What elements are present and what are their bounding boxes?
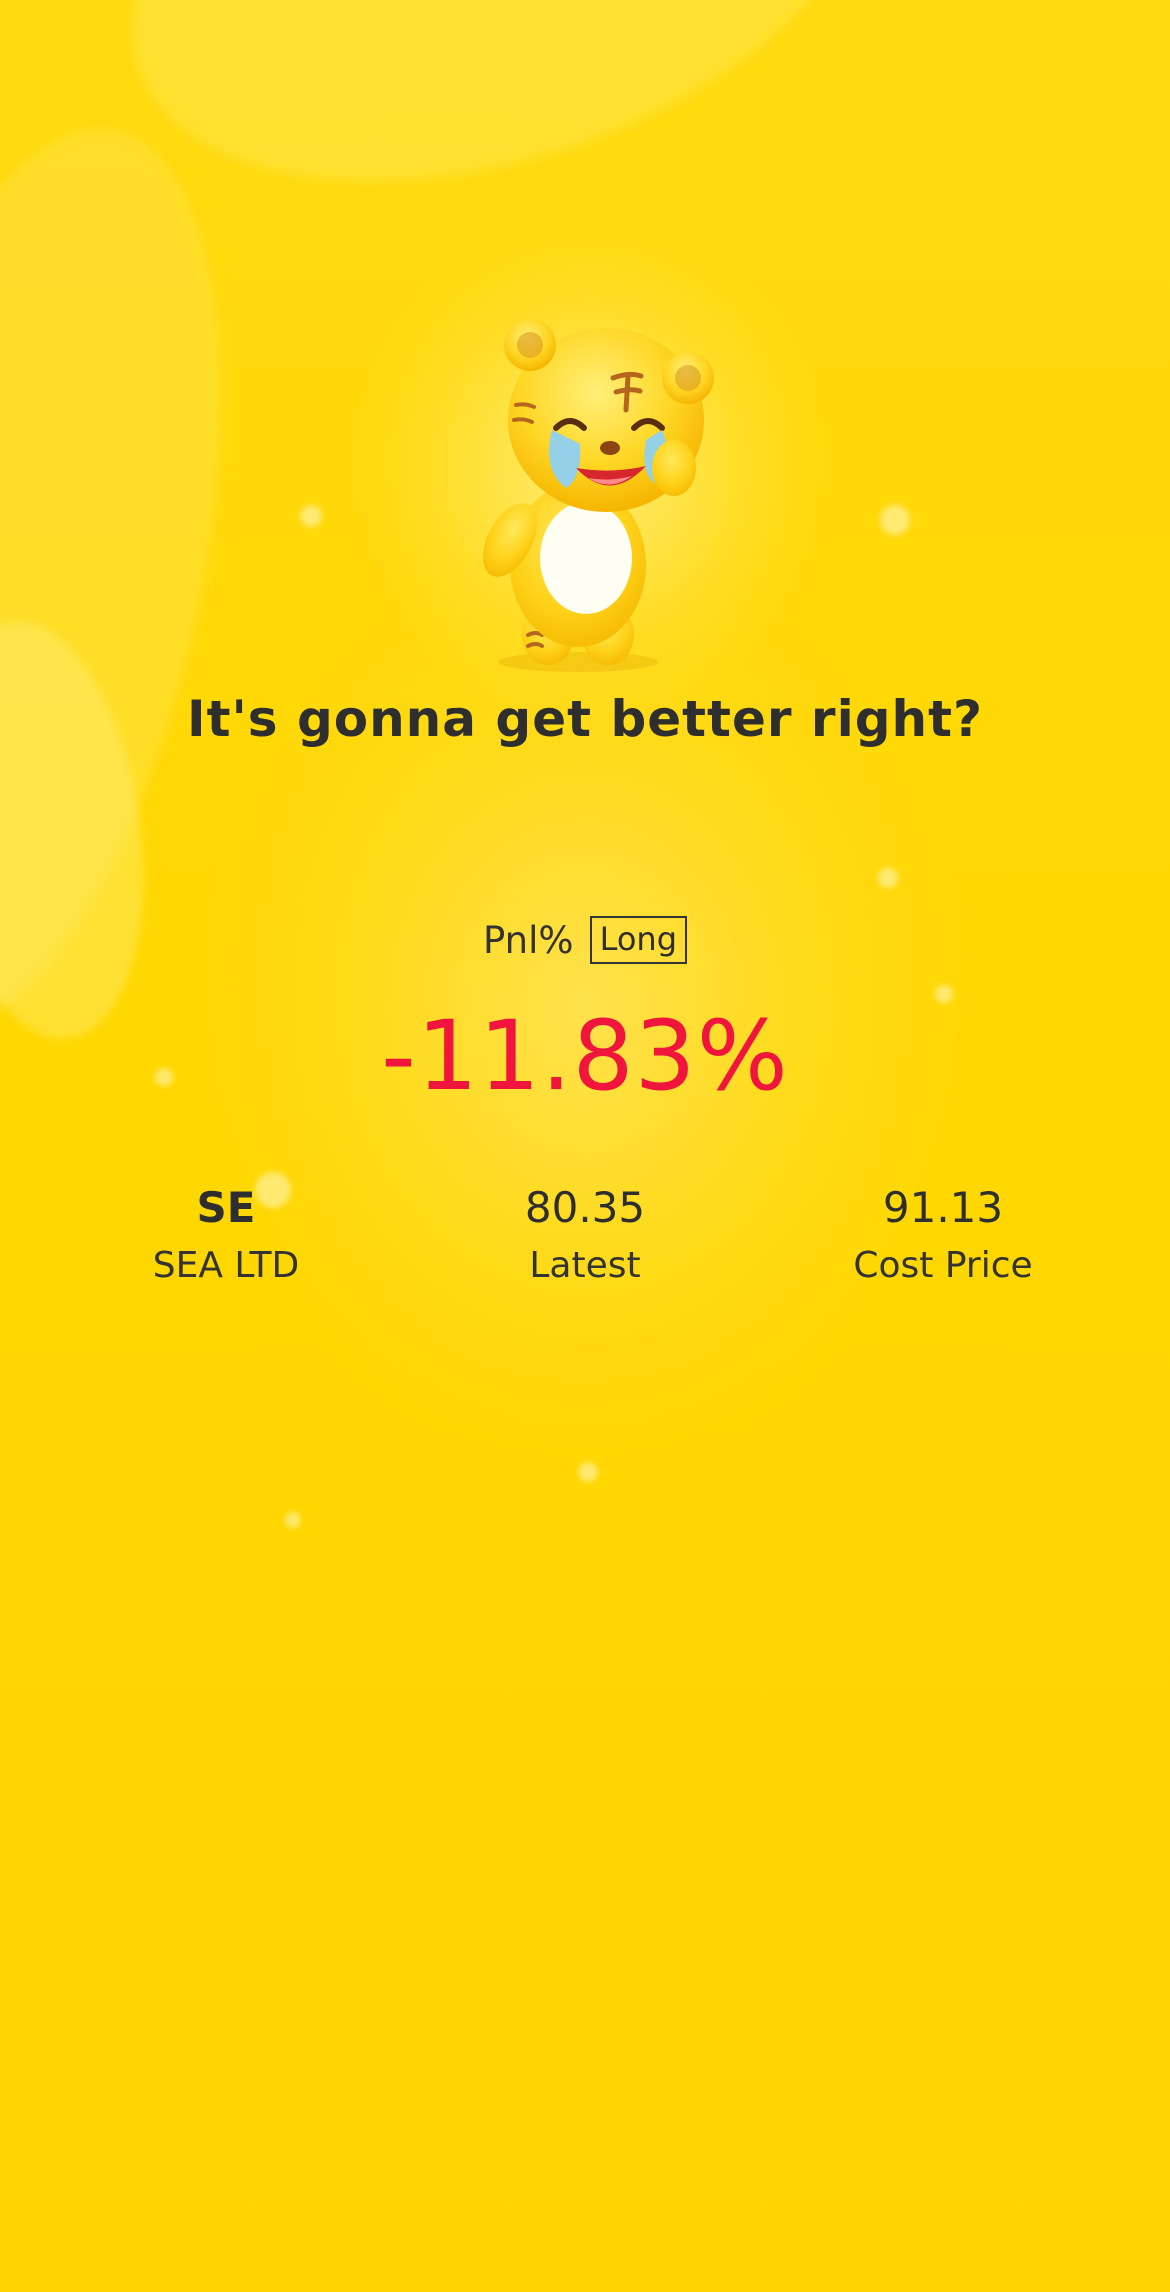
cost-price-value: 91.13 [882,1183,1004,1232]
pnl-label: Pnl% [483,918,574,962]
stock-stats: SE SEA LTD 80.35 Latest 91.13 Cost Price [0,1180,1170,1300]
sparkle [300,505,322,527]
sparkle [578,1462,598,1482]
sparkle [878,868,898,888]
pnl-percentage-value: -11.83% [381,1000,789,1112]
stat-cost-price: 91.13 Cost Price [763,1180,1123,1290]
sparkle [880,505,910,535]
background-wave-top [73,0,927,268]
stock-symbol: SE [196,1183,256,1232]
latest-price-value: 80.35 [524,1183,646,1232]
crying-tiger-mascot-icon [448,300,748,680]
position-type-badge: Long [589,916,687,964]
stat-symbol: SE SEA LTD [46,1180,406,1290]
pnl-share-screen: It's gonna get better right? Pnl% Long -… [0,0,1170,2292]
pnl-label-row: Pnl% Long [0,916,1170,964]
cost-price-label: Cost Price [853,1245,1033,1286]
sparkle [285,1512,301,1528]
stat-latest: 80.35 Latest [405,1180,765,1290]
background-wave-left-highlight [0,608,169,1052]
headline-text: It's gonna get better right? [186,690,984,748]
company-name: SEA LTD [152,1245,300,1286]
latest-price-label: Latest [529,1245,641,1286]
